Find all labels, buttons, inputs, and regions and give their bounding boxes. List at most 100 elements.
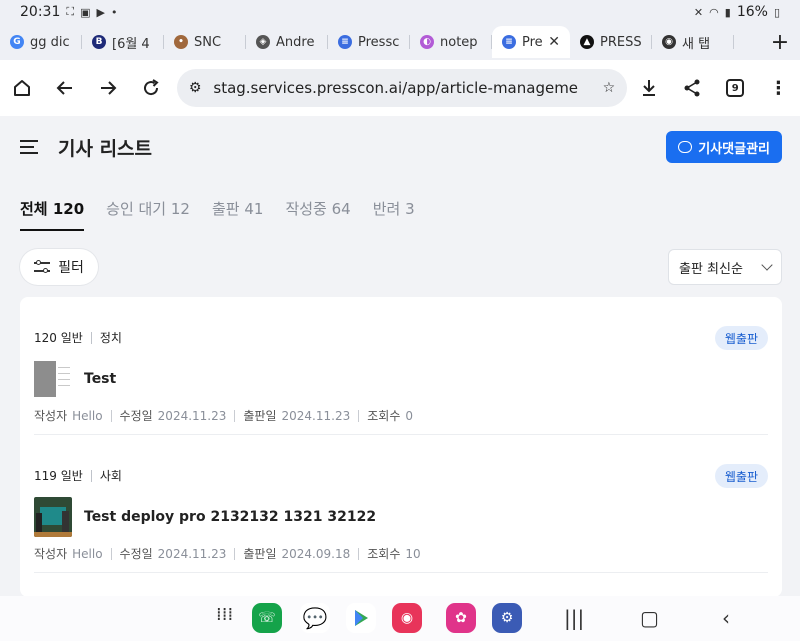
modified-value: 2024.11.23 — [157, 408, 227, 423]
system-taskbar: ⁞⁞⁞ ☏ 💬 ◉ ✿ ⚙ ||| ▢ ‹ — [0, 596, 800, 641]
more-menu-button[interactable]: ⋮ — [757, 68, 800, 108]
article-title[interactable]: Test — [84, 371, 116, 387]
play-store-icon[interactable] — [346, 603, 376, 633]
author-value: Hello — [72, 546, 103, 561]
home-nav-button[interactable]: ▢ — [640, 606, 659, 630]
browser-tab[interactable]: ◉ 새 탭 — [652, 26, 734, 58]
app-drawer-icon[interactable]: ⁞⁞⁞ — [216, 604, 233, 625]
arrow-left-icon — [56, 81, 72, 95]
mute-icon: ✕ — [693, 5, 704, 19]
download-icon — [642, 80, 655, 96]
article-details: 작성자 Hello 수정일 2024.11.23 출판일 2024.11.23 … — [34, 407, 413, 424]
address-bar[interactable]: ⚙ stag.services.presscon.ai/app/article-… — [176, 69, 628, 107]
tab-switcher-button[interactable]: 9 — [714, 68, 757, 108]
chevron-down-icon — [761, 259, 773, 271]
messages-app-icon[interactable]: 💬 — [300, 603, 330, 633]
more-vert-icon: ⋮ — [769, 77, 788, 99]
recent-apps-button[interactable]: ||| — [564, 606, 584, 630]
tab-status[interactable]: 승인 대기 12 — [106, 198, 190, 231]
browser-tab[interactable]: ◐ notep — [410, 26, 492, 58]
battery-icon: ▯ — [773, 5, 780, 19]
views-value: 10 — [405, 546, 421, 561]
hamburger-menu-icon[interactable] — [20, 139, 40, 155]
author-value: Hello — [72, 408, 103, 423]
back-nav-button[interactable]: ‹ — [722, 606, 730, 630]
browser-tab[interactable]: Ggg dic — [0, 26, 82, 58]
comment-management-button[interactable]: 기사댓글관리 — [666, 131, 782, 163]
browser-tab[interactable]: ◈ Andre — [246, 26, 328, 58]
site-settings-icon[interactable]: ⚙ — [189, 80, 202, 96]
close-tab-icon[interactable]: ✕ — [548, 34, 560, 50]
forward-button[interactable] — [86, 68, 129, 108]
new-tab-button[interactable]: + — [760, 30, 800, 55]
views-value: 0 — [405, 408, 413, 423]
tab-status[interactable]: 반려 3 — [373, 198, 415, 231]
back-button[interactable] — [43, 68, 86, 108]
page-content: 기사 리스트 기사댓글관리 전체 120 승인 대기 12 출판 41 작성중 64 반… — [0, 116, 800, 597]
list-item[interactable]: 120 일반 정치 웹출판 Test 작성자 Hello 수정일 2024.11… — [34, 297, 768, 435]
tab-count: 9 — [726, 79, 745, 97]
home-icon — [13, 80, 30, 96]
tab-title: Pre — [522, 34, 543, 50]
reload-button[interactable] — [130, 68, 173, 108]
home-button[interactable] — [0, 68, 43, 108]
sort-dropdown[interactable]: 출판 최신순 — [668, 249, 782, 285]
article-id: 120 — [34, 330, 57, 345]
article-category: 정치 — [99, 331, 122, 345]
article-meta: 120 일반 정치 — [34, 329, 122, 346]
article-meta: 119 일반 사회 — [34, 467, 122, 484]
published-label: 출판일 — [243, 409, 277, 423]
tab-favicon-icon: ▲ — [580, 35, 594, 49]
tab-favicon-icon: ◐ — [420, 35, 434, 49]
url-text[interactable]: stag.services.presscon.ai/app/article-ma… — [213, 79, 590, 97]
article-id: 119 — [34, 468, 57, 483]
share-icon — [684, 79, 700, 97]
tab-favicon-icon: G — [10, 35, 24, 49]
download-button[interactable] — [627, 68, 670, 108]
page-title: 기사 리스트 — [58, 137, 153, 160]
phone-app-icon[interactable]: ☏ — [252, 603, 282, 633]
signal-icon: ▮ — [724, 5, 731, 19]
tab-title: Andre — [276, 34, 315, 50]
browser-tab[interactable]: ▲ PRESS — [570, 26, 652, 58]
tab-favicon-icon: ◈ — [256, 35, 270, 49]
share-button[interactable] — [670, 68, 713, 108]
battery-level: 16% — [736, 4, 768, 20]
article-list: 120 일반 정치 웹출판 Test 작성자 Hello 수정일 2024.11… — [20, 297, 782, 597]
gallery-app-icon[interactable]: ✿ — [446, 603, 476, 633]
camera-app-icon[interactable]: ◉ — [392, 603, 422, 633]
sort-value: 출판 최신순 — [679, 261, 743, 277]
tab-status[interactable]: 전체 120 — [20, 198, 85, 231]
tab-status[interactable]: 출판 41 — [212, 198, 263, 231]
arrow-right-icon — [101, 81, 117, 95]
tab-status[interactable]: 작성중 64 — [285, 198, 350, 231]
tab-favicon-icon: ≡ — [338, 35, 352, 49]
browser-tab[interactable]: B [6월 4 — [82, 26, 164, 58]
browser-tab[interactable]: • SNC — [164, 26, 246, 58]
tab-favicon-icon: • — [174, 35, 188, 49]
browser-tab[interactable]: ≡ Pressc — [328, 26, 410, 58]
settings-app-icon[interactable]: ⚙ — [492, 603, 522, 633]
chat-bubble-icon — [678, 141, 693, 153]
modified-label: 수정일 — [119, 409, 153, 423]
tab-title: Pressc — [358, 34, 400, 50]
article-type: 일반 — [60, 331, 83, 345]
bookmark-star-icon[interactable]: ☆ — [603, 80, 616, 96]
play-triangle-icon — [355, 610, 368, 626]
tab-title: gg dic — [30, 34, 70, 50]
clock: 20:31 — [20, 4, 61, 20]
list-item[interactable]: 119 일반 사회 웹출판 Test deploy pro 2132132 13… — [34, 435, 768, 573]
status-badge: 웹출판 — [714, 326, 768, 350]
screenshot-icon: ⛶ — [66, 5, 75, 18]
published-label: 출판일 — [243, 547, 277, 561]
browser-tab[interactable]: ≡ Pre ✕ — [492, 26, 570, 58]
article-title[interactable]: Test deploy pro 2132132 1321 32122 — [84, 509, 376, 525]
article-category: 사회 — [99, 469, 122, 483]
published-value: 2024.11.23 — [281, 408, 351, 423]
views-label: 조회수 — [367, 547, 401, 561]
modified-label: 수정일 — [119, 547, 153, 561]
sliders-icon — [34, 259, 51, 274]
filter-button[interactable]: 필터 — [20, 249, 98, 285]
gallery-icon: ▣ — [80, 5, 91, 19]
youtube-icon: ▶ — [96, 5, 105, 19]
